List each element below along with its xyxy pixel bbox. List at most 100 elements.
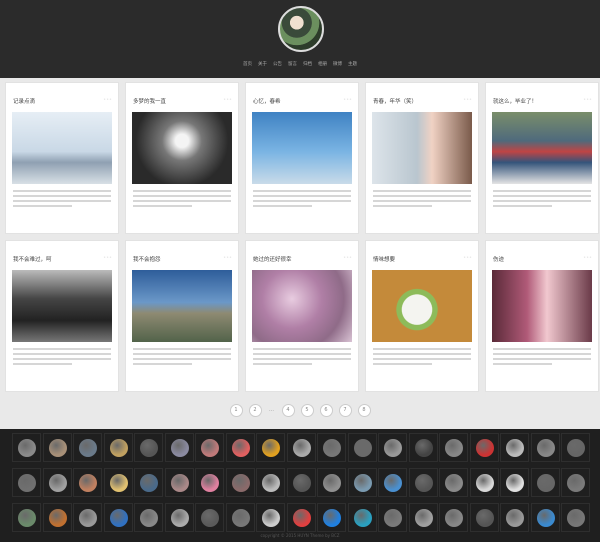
friend-avatar-icon[interactable] — [134, 503, 163, 532]
post-card[interactable]: 她过的还好很幸 ••• — [245, 240, 359, 392]
post-thumbnail[interactable] — [492, 112, 592, 184]
pager-page[interactable]: 2 — [248, 404, 262, 417]
friend-avatar-icon[interactable] — [439, 468, 468, 497]
pager-page[interactable]: 5 — [300, 404, 314, 417]
post-title[interactable]: 青春，年华（笑） — [373, 97, 417, 105]
post-card[interactable]: 就这么，毕业了！ ••• — [485, 82, 599, 234]
friend-avatar-icon[interactable] — [195, 468, 224, 497]
friend-avatar-icon[interactable] — [378, 503, 407, 532]
friend-avatar-icon[interactable] — [286, 503, 316, 532]
friend-avatar-icon[interactable] — [103, 503, 133, 532]
friend-avatar-icon[interactable] — [42, 433, 72, 462]
nav-item[interactable]: 公告 — [273, 61, 282, 67]
friend-avatar-icon[interactable] — [500, 468, 529, 497]
post-title[interactable]: 记录点滴 — [13, 97, 35, 105]
post-card[interactable]: 记录点滴 ••• — [5, 82, 119, 234]
friend-avatar-icon[interactable] — [530, 503, 560, 532]
post-title[interactable]: 伤迹 — [493, 255, 504, 263]
friend-avatar-icon[interactable] — [317, 503, 346, 532]
post-thumbnail[interactable] — [252, 270, 352, 342]
post-thumbnail[interactable] — [12, 270, 112, 342]
friend-avatar-icon[interactable] — [561, 503, 590, 532]
post-title[interactable]: 心忆，春希 — [253, 97, 281, 105]
friend-avatar-icon[interactable] — [347, 433, 377, 462]
nav-item[interactable]: 关于 — [258, 61, 267, 67]
post-title[interactable]: 就这么，毕业了！ — [493, 97, 537, 105]
friend-avatar-icon[interactable] — [408, 433, 438, 462]
friend-avatar-icon[interactable] — [164, 468, 194, 497]
pager-page[interactable]: 7 — [338, 404, 352, 417]
friend-avatar-icon[interactable] — [134, 433, 163, 462]
nav-item[interactable]: 首页 — [243, 61, 252, 67]
friend-avatar-icon[interactable] — [12, 503, 41, 532]
avatar[interactable] — [278, 6, 324, 52]
post-thumbnail[interactable] — [372, 112, 472, 184]
nav-item[interactable]: 微博 — [333, 61, 342, 67]
post-title[interactable]: 多梦的我一直 — [133, 97, 166, 105]
pager-page[interactable]: 1 — [229, 404, 243, 417]
friend-avatar-icon[interactable] — [347, 503, 377, 532]
friend-avatar-icon[interactable] — [378, 468, 407, 497]
friend-avatar-icon[interactable] — [42, 468, 72, 497]
friend-avatar-icon[interactable] — [286, 433, 316, 462]
friend-avatar-icon[interactable] — [378, 433, 407, 462]
friend-avatar-icon[interactable] — [530, 468, 560, 497]
friend-avatar-icon[interactable] — [103, 433, 133, 462]
friend-avatar-icon[interactable] — [103, 468, 133, 497]
post-title[interactable]: 她过的还好很幸 — [253, 255, 292, 263]
post-title[interactable]: 情味想要 — [373, 255, 395, 263]
friend-avatar-icon[interactable] — [134, 468, 163, 497]
friend-avatar-icon[interactable] — [439, 503, 468, 532]
friend-avatar-icon[interactable] — [73, 433, 102, 462]
friend-avatar-icon[interactable] — [42, 503, 72, 532]
pager-page[interactable]: 6 — [319, 404, 333, 417]
post-card[interactable]: 多梦的我一直 ••• — [125, 82, 239, 234]
friend-avatar-icon[interactable] — [469, 468, 499, 497]
pager-page[interactable]: 4 — [281, 404, 295, 417]
friend-avatar-icon[interactable] — [500, 433, 529, 462]
friend-avatar-icon[interactable] — [73, 503, 102, 532]
post-card[interactable]: 我不会难过，呵 ••• — [5, 240, 119, 392]
friend-avatar-icon[interactable] — [317, 468, 346, 497]
friend-avatar-icon[interactable] — [561, 468, 590, 497]
pager-page[interactable]: 8 — [357, 404, 371, 417]
post-title[interactable]: 我不会难过，呵 — [13, 255, 52, 263]
nav-item[interactable]: 留言 — [288, 61, 297, 67]
post-card[interactable]: 情味想要 ••• — [365, 240, 479, 392]
post-card[interactable]: 心忆，春希 ••• — [245, 82, 359, 234]
friend-avatar-icon[interactable] — [164, 433, 194, 462]
post-thumbnail[interactable] — [132, 112, 232, 184]
post-card[interactable]: 我不会抱怨 ••• — [125, 240, 239, 392]
friend-avatar-icon[interactable] — [286, 468, 316, 497]
friend-avatar-icon[interactable] — [225, 433, 255, 462]
friend-avatar-icon[interactable] — [530, 433, 560, 462]
friend-avatar-icon[interactable] — [12, 433, 41, 462]
friend-avatar-icon[interactable] — [73, 468, 102, 497]
post-card[interactable]: 伤迹 ••• — [485, 240, 599, 392]
post-card[interactable]: 青春，年华（笑） ••• — [365, 82, 479, 234]
friend-avatar-icon[interactable] — [164, 503, 194, 532]
friend-avatar-icon[interactable] — [195, 503, 224, 532]
post-thumbnail[interactable] — [372, 270, 472, 342]
friend-avatar-icon[interactable] — [256, 468, 285, 497]
friend-avatar-icon[interactable] — [439, 433, 468, 462]
nav-item[interactable]: 相册 — [318, 61, 327, 67]
friend-avatar-icon[interactable] — [347, 468, 377, 497]
post-title[interactable]: 我不会抱怨 — [133, 255, 161, 263]
friend-avatar-icon[interactable] — [256, 433, 285, 462]
friend-avatar-icon[interactable] — [408, 503, 438, 532]
nav-item[interactable]: 归档 — [303, 61, 312, 67]
friend-avatar-icon[interactable] — [408, 468, 438, 497]
friend-avatar-icon[interactable] — [500, 503, 529, 532]
nav-item[interactable]: 主题 — [348, 61, 357, 67]
friend-avatar-icon[interactable] — [12, 468, 41, 497]
friend-avatar-icon[interactable] — [469, 433, 499, 462]
friend-avatar-icon[interactable] — [225, 468, 255, 497]
post-thumbnail[interactable] — [492, 270, 592, 342]
post-thumbnail[interactable] — [132, 270, 232, 342]
post-thumbnail[interactable] — [12, 112, 112, 184]
friend-avatar-icon[interactable] — [317, 433, 346, 462]
friend-avatar-icon[interactable] — [256, 503, 285, 532]
friend-avatar-icon[interactable] — [225, 503, 255, 532]
friend-avatar-icon[interactable] — [561, 433, 590, 462]
